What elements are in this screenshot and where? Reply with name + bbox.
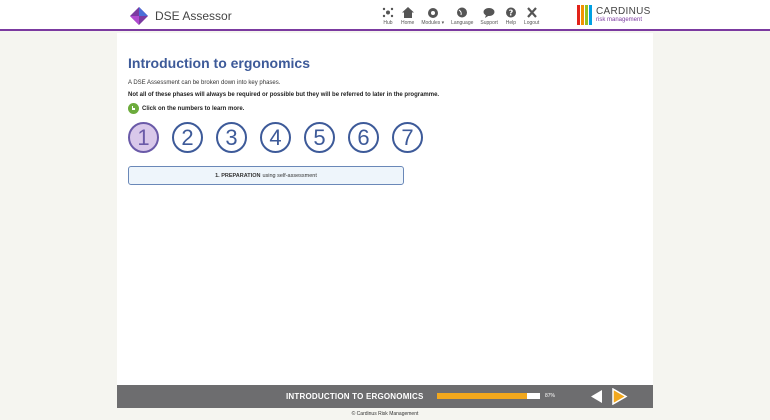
globe-icon: [457, 7, 468, 18]
previous-arrow-icon[interactable]: [589, 389, 604, 404]
nav-label: Modules ▾: [421, 20, 445, 26]
nav-language[interactable]: Language: [451, 7, 473, 26]
phase-selector: 1 2 3 4 5 6 7: [128, 122, 436, 153]
nav-label: Logout: [523, 20, 540, 26]
phase-button-6[interactable]: 6: [348, 122, 379, 153]
hint: Click on the numbers to learn more.: [128, 103, 244, 114]
phase-button-7[interactable]: 7: [392, 122, 423, 153]
hint-text: Click on the numbers to learn more.: [142, 105, 245, 112]
phase-button-1[interactable]: 1: [128, 122, 159, 153]
cardinus-bars: [577, 5, 593, 25]
phase-button-3[interactable]: 3: [216, 122, 247, 153]
chat-icon: [483, 8, 495, 18]
progress-fill: [437, 393, 527, 399]
nav-label: Support: [480, 20, 498, 26]
top-header: DSE Assessor Hub Home Modules ▾ Language…: [0, 0, 770, 31]
footer-bar: INTRODUCTION TO ERGONOMICS 87%: [117, 385, 653, 408]
app-brand: DSE Assessor: [129, 6, 232, 26]
brand-bar: [577, 5, 580, 25]
nav-label: Help: [505, 20, 517, 26]
home-icon: [401, 7, 414, 18]
note-text: Not all of these phases will always be r…: [128, 92, 440, 98]
nav-home[interactable]: Home: [401, 7, 414, 26]
nav-label: Language: [451, 20, 474, 26]
phase-button-2[interactable]: 2: [172, 122, 203, 153]
progress-bar: [437, 393, 540, 399]
svg-text:?: ?: [509, 9, 514, 18]
nav-modules[interactable]: Modules ▾: [421, 7, 444, 26]
nav-logout[interactable]: Logout: [524, 7, 539, 26]
phase-info-desc: using self-assessment: [262, 172, 317, 179]
next-arrow-icon[interactable]: [611, 388, 628, 405]
close-icon: [526, 7, 537, 18]
help-icon: ?: [505, 7, 516, 18]
nav-help[interactable]: ? Help: [505, 7, 517, 26]
brand-bar: [589, 5, 592, 25]
phase-button-5[interactable]: 5: [304, 122, 335, 153]
section-title: INTRODUCTION TO ERGONOMICS: [286, 392, 424, 401]
app-logo-icon: [130, 7, 148, 25]
brand-bar: [581, 5, 584, 25]
cardinus-name: CARDINUS: [596, 5, 651, 17]
hand-pointer-icon: [128, 103, 139, 114]
intro-text: A DSE Assessment can be broken down into…: [128, 80, 281, 86]
phase-info-box: 1. PREPARATION using self-assessment: [128, 166, 404, 185]
hub-icon: [382, 7, 394, 18]
phase-info-title: 1. PREPARATION: [215, 172, 261, 179]
brand-bar: [585, 5, 588, 25]
cardinus-subtitle: risk management: [596, 16, 643, 23]
main-content: Introduction to ergonomics A DSE Assessm…: [117, 33, 653, 385]
copyright: © Cardinus Risk Management: [351, 411, 419, 417]
nav-hub[interactable]: Hub: [382, 7, 394, 26]
top-nav: Hub Home Modules ▾ Language Support ? He…: [382, 7, 546, 26]
nav-label: Hub: [383, 20, 393, 26]
nav-label: Home: [401, 20, 415, 26]
nav-support[interactable]: Support: [480, 7, 498, 26]
cardinus-logo: CARDINUS risk management: [577, 5, 651, 25]
app-title: DSE Assessor: [155, 9, 232, 23]
page-title: Introduction to ergonomics: [128, 55, 310, 71]
phase-button-4[interactable]: 4: [260, 122, 291, 153]
modules-icon: [427, 8, 438, 18]
progress-percent: 87%: [545, 393, 556, 399]
